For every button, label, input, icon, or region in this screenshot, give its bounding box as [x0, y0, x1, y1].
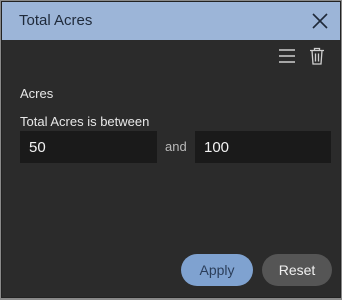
dialog-header: Total Acres: [2, 2, 340, 40]
apply-button[interactable]: Apply: [181, 254, 253, 286]
hamburger-menu-icon[interactable]: [277, 46, 297, 66]
close-icon[interactable]: [310, 11, 330, 31]
max-value-input[interactable]: [195, 131, 331, 163]
range-separator: and: [165, 139, 187, 154]
dialog-title: Total Acres: [19, 12, 93, 29]
filter-dialog: Total Acres Acres Total Acres is between…: [1, 1, 341, 298]
condition-label: Total Acres is between: [20, 114, 150, 129]
toolbar: [277, 46, 327, 66]
reset-button[interactable]: Reset: [262, 254, 332, 286]
trash-icon[interactable]: [307, 46, 327, 66]
section-label: Acres: [20, 86, 54, 101]
min-value-input[interactable]: [20, 131, 157, 163]
